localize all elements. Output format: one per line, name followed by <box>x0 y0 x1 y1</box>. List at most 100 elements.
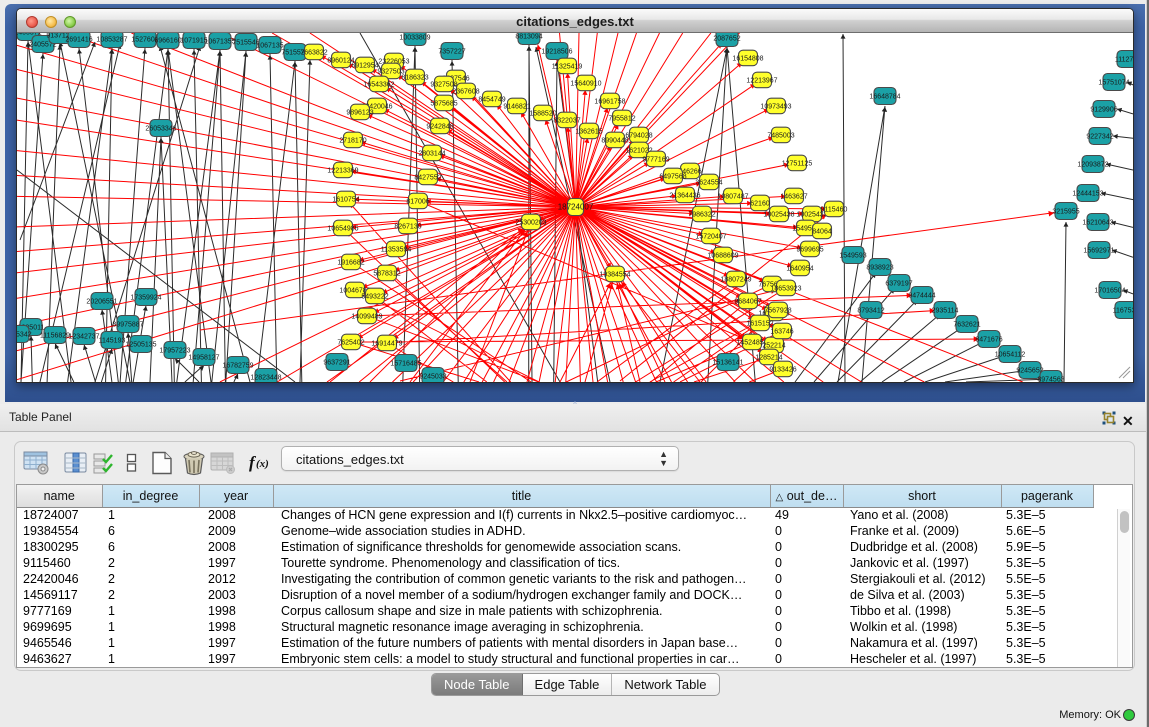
svg-text:5875685: 5875685 <box>430 100 457 107</box>
svg-text:16782759: 16782759 <box>222 362 253 369</box>
svg-text:10853287: 10853287 <box>96 36 127 43</box>
svg-text:9637291: 9637291 <box>323 359 350 366</box>
svg-text:25300203: 25300203 <box>515 219 546 226</box>
svg-text:817006: 817006 <box>406 198 429 205</box>
svg-text:3624554: 3624554 <box>695 179 722 186</box>
svg-text:17359924: 17359924 <box>130 294 161 301</box>
svg-text:18807249: 18807249 <box>720 276 751 283</box>
svg-text:1112744: 1112744 <box>1115 56 1133 63</box>
svg-text:84064: 84064 <box>812 228 832 235</box>
svg-text:12823448: 12823448 <box>250 374 281 381</box>
svg-text:8322037: 8322037 <box>553 117 580 124</box>
svg-text:10688609: 10688609 <box>707 252 738 259</box>
svg-text:12505135: 12505135 <box>125 341 156 348</box>
svg-text:8912954: 8912954 <box>351 62 378 69</box>
svg-text:16543362: 16543362 <box>363 81 394 88</box>
svg-text:11325419: 11325419 <box>552 63 583 70</box>
svg-text:16961758: 16961758 <box>594 98 625 105</box>
svg-text:14958127: 14958127 <box>188 354 219 361</box>
svg-text:10025438: 10025438 <box>763 211 794 218</box>
svg-text:5493222: 5493222 <box>361 293 388 300</box>
svg-text:7357227: 7357227 <box>438 48 465 55</box>
svg-text:(x): (x) <box>256 458 269 470</box>
svg-text:14099489: 14099489 <box>351 313 382 320</box>
svg-text:1362615: 1362615 <box>575 128 602 135</box>
svg-text:2935114: 2935114 <box>932 307 959 314</box>
svg-text:12751125: 12751125 <box>782 160 813 167</box>
svg-text:9146821: 9146821 <box>503 103 530 110</box>
svg-text:16914479: 16914479 <box>371 340 402 347</box>
svg-text:10973493: 10973493 <box>760 103 791 110</box>
svg-text:1916682: 1916682 <box>337 259 364 266</box>
svg-text:15640910: 15640910 <box>570 80 601 87</box>
svg-text:7986322: 7986322 <box>688 211 715 218</box>
svg-text:16154808: 16154808 <box>732 55 763 62</box>
svg-text:15751074: 15751074 <box>1098 79 1129 86</box>
svg-text:1549593: 1549593 <box>839 252 866 259</box>
svg-text:15692971: 15692971 <box>1083 247 1114 254</box>
svg-text:7567928: 7567928 <box>764 307 791 314</box>
svg-text:9777169: 9777169 <box>642 156 669 163</box>
svg-text:8427552: 8427552 <box>414 174 441 181</box>
svg-text:1463627: 1463627 <box>780 193 807 200</box>
svg-text:9896123: 9896123 <box>346 109 373 116</box>
svg-text:2803144: 2803144 <box>418 150 445 157</box>
svg-text:9327508: 9327508 <box>430 81 457 88</box>
svg-text:15136141: 15136141 <box>712 359 743 366</box>
svg-text:3915342: 3915342 <box>17 331 32 338</box>
svg-text:8793412: 8793412 <box>857 307 884 314</box>
svg-text:17957223: 17957223 <box>159 347 190 354</box>
svg-text:9133426: 9133426 <box>769 366 796 373</box>
svg-text:12213967: 12213967 <box>746 77 777 84</box>
svg-text:17016504: 17016504 <box>1094 287 1125 294</box>
svg-text:2691416: 2691416 <box>65 36 92 43</box>
svg-text:2367608: 2367608 <box>452 88 479 95</box>
svg-text:9245033: 9245033 <box>419 373 446 380</box>
svg-text:26053346: 26053346 <box>145 125 176 132</box>
svg-text:12213369: 12213369 <box>327 167 358 174</box>
svg-text:10654985: 10654985 <box>327 225 358 232</box>
svg-text:7955812: 7955812 <box>608 115 635 122</box>
svg-text:18724007: 18724007 <box>558 202 594 211</box>
svg-text:6497568: 6497568 <box>659 173 686 180</box>
svg-text:8471676: 8471676 <box>975 336 1002 343</box>
svg-text:7625402: 7625402 <box>337 339 364 346</box>
svg-text:39975887: 39975887 <box>112 321 143 328</box>
svg-text:12342737: 12342737 <box>68 333 99 340</box>
svg-text:1610754: 1610754 <box>332 196 359 203</box>
svg-text:1167533: 1167533 <box>1113 307 1133 314</box>
svg-text:2718170: 2718170 <box>339 137 366 144</box>
svg-text:1615152: 1615152 <box>746 320 773 327</box>
svg-text:9245652: 9245652 <box>1016 367 1043 374</box>
svg-text:5878312: 5878312 <box>373 270 400 277</box>
svg-text:9474444: 9474444 <box>908 292 935 299</box>
svg-text:10033809: 10033809 <box>399 34 430 41</box>
svg-text:6379197: 6379197 <box>885 280 912 287</box>
svg-text:252214: 252214 <box>762 342 785 349</box>
svg-text:1145193: 1145193 <box>99 337 126 344</box>
svg-text:12444153: 12444153 <box>1072 190 1103 197</box>
svg-text:1640954: 1640954 <box>786 265 813 272</box>
svg-text:8186323: 8186323 <box>401 74 428 81</box>
svg-text:10654112: 10654112 <box>995 351 1026 358</box>
svg-text:1067135: 1067135 <box>256 42 283 49</box>
svg-text:9684067: 9684067 <box>734 298 761 305</box>
svg-text:8454749: 8454749 <box>478 96 505 103</box>
svg-text:8974563: 8974563 <box>1037 376 1064 382</box>
svg-text:3215955: 3215955 <box>1052 208 1079 215</box>
svg-text:9242848: 9242848 <box>426 123 453 130</box>
svg-text:1285214: 1285214 <box>755 354 782 361</box>
svg-text:62160: 62160 <box>750 200 770 207</box>
svg-text:20206551: 20206551 <box>86 298 117 305</box>
svg-text:16648784: 16648784 <box>869 93 900 100</box>
svg-text:18653923: 18653923 <box>770 285 801 292</box>
svg-text:11353594: 11353594 <box>381 246 412 253</box>
svg-text:15716485: 15716485 <box>390 360 421 367</box>
svg-text:2087652: 2087652 <box>713 35 740 42</box>
svg-text:10807487: 10807487 <box>717 193 748 200</box>
svg-text:9129906: 9129906 <box>1090 106 1117 113</box>
svg-text:7632621: 7632621 <box>953 321 980 328</box>
svg-text:8938923: 8938923 <box>866 264 893 271</box>
svg-text:19384554: 19384554 <box>599 271 630 278</box>
svg-text:6966160: 6966160 <box>154 37 181 44</box>
